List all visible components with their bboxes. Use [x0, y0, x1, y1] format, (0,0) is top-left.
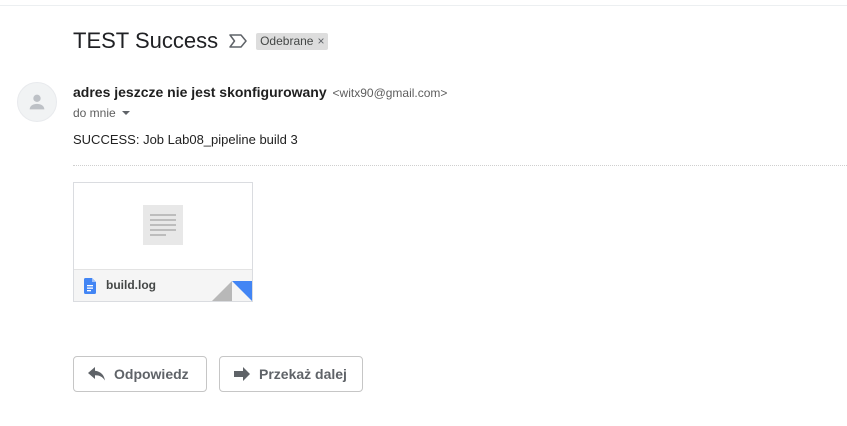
sender-row: adres jeszcze nie jest skonfigurowany <w… [73, 84, 447, 102]
forward-arrow-icon [234, 367, 250, 381]
person-icon [29, 94, 45, 110]
forward-button-label: Przekaż dalej [259, 366, 347, 382]
remove-label-icon[interactable]: × [317, 34, 324, 48]
label-chip-text: Odebrane [260, 34, 314, 48]
file-document-icon [84, 278, 96, 299]
reply-button-label: Odpowiedz [114, 366, 189, 382]
email-body: SUCCESS: Job Lab08_pipeline build 3 [73, 132, 298, 147]
document-thumbnail-icon [143, 205, 183, 245]
page-fold-shadow [212, 281, 232, 301]
chevron-down-icon[interactable] [121, 111, 130, 115]
subject-row: TEST Success Odebrane × [73, 27, 329, 55]
email-subject: TEST Success [73, 28, 219, 53]
attachment-filename: build.log [106, 278, 156, 292]
sender-email: <witx90@gmail.com> [332, 86, 448, 100]
reply-arrow-icon [88, 367, 105, 381]
sender-name[interactable]: adres jeszcze nie jest skonfigurowany [73, 84, 327, 100]
reply-button[interactable]: Odpowiedz [73, 356, 207, 392]
page-fold-corner-icon [232, 281, 252, 301]
forward-button[interactable]: Przekaż dalej [219, 356, 363, 392]
attachments-divider [73, 165, 847, 166]
recipient-label: do mnie [73, 106, 116, 120]
recipient-details-toggle[interactable]: do mnie [73, 105, 130, 121]
attachment-card[interactable]: build.log [73, 182, 253, 302]
top-divider [0, 5, 847, 6]
label-chip-inbox[interactable]: Odebrane × [256, 32, 329, 50]
importance-marker-icon[interactable] [229, 34, 247, 48]
avatar[interactable] [17, 82, 57, 122]
attachment-preview [74, 183, 252, 269]
